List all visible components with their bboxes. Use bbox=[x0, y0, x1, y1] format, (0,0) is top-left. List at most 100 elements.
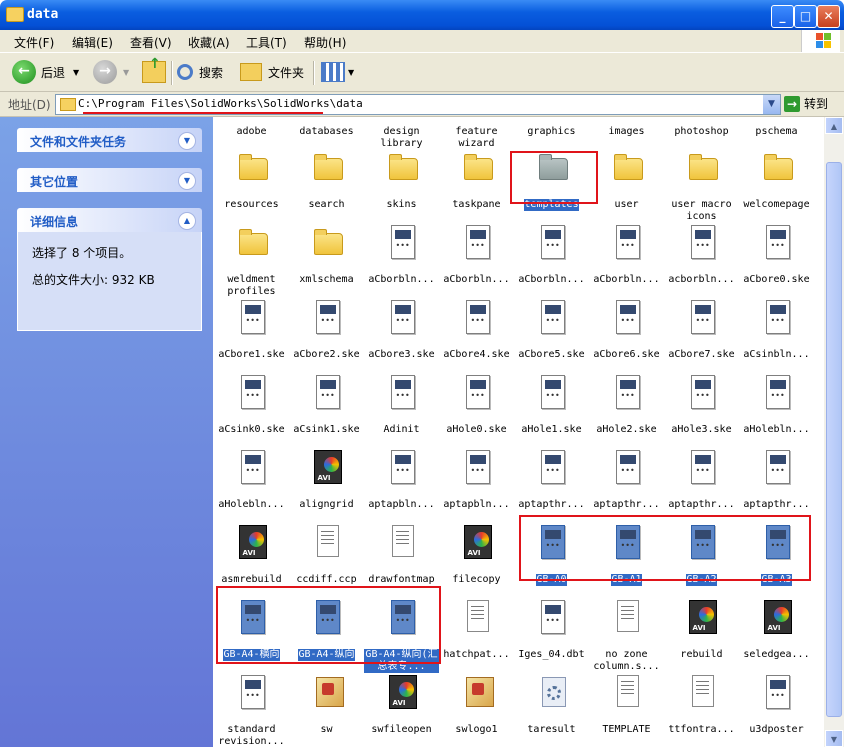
file-item[interactable]: swlogo1 bbox=[439, 675, 514, 736]
file-item[interactable]: aCbore3.ske bbox=[364, 300, 439, 361]
file-item[interactable]: aCsink0.ske bbox=[214, 375, 289, 436]
file-item[interactable]: aCbore6.ske bbox=[589, 300, 664, 361]
menu-help[interactable]: 帮助(H) bbox=[304, 34, 346, 51]
file-item[interactable]: Iges_04.dbt bbox=[514, 600, 589, 661]
file-item[interactable]: xmlschema bbox=[289, 225, 364, 286]
folders-button[interactable]: 文件夹 bbox=[240, 59, 304, 85]
file-item[interactable]: feature wizard bbox=[439, 117, 514, 150]
file-item[interactable]: aligngrid bbox=[289, 450, 364, 511]
file-item[interactable]: aCsink1.ske bbox=[289, 375, 364, 436]
file-item[interactable]: TEMPLATE bbox=[589, 675, 664, 736]
scroll-thumb[interactable] bbox=[826, 162, 842, 717]
search-button[interactable]: 搜索 bbox=[177, 59, 223, 85]
file-item[interactable]: ttfontra... bbox=[664, 675, 739, 736]
back-button[interactable]: ← 后退 ▼ bbox=[12, 59, 79, 85]
file-item[interactable]: aCborbln... bbox=[589, 225, 664, 286]
file-name: aHole2.ske bbox=[596, 424, 657, 435]
file-item[interactable]: user bbox=[589, 150, 664, 211]
go-button[interactable]: → 转到 bbox=[784, 95, 828, 112]
file-item[interactable]: weldment profiles bbox=[214, 225, 289, 298]
file-item[interactable]: u3dposter bbox=[739, 675, 814, 736]
file-item[interactable]: photoshop bbox=[664, 117, 739, 138]
file-item[interactable]: aptapbln... bbox=[439, 450, 514, 511]
file-item[interactable]: standard revision... bbox=[214, 675, 289, 747]
close-button[interactable]: ✕ bbox=[817, 5, 840, 28]
file-item[interactable]: skins bbox=[364, 150, 439, 211]
minimize-button[interactable]: _ bbox=[771, 5, 794, 28]
sketch-file-icon bbox=[385, 450, 419, 484]
file-item[interactable]: databases bbox=[289, 117, 364, 138]
file-item[interactable]: aCbore4.ske bbox=[439, 300, 514, 361]
file-item[interactable]: acborbln... bbox=[664, 225, 739, 286]
panel-details[interactable]: 详细信息 ▲ 选择了 8 个项目。 总的文件大小: 932 KB bbox=[17, 208, 202, 331]
file-item[interactable]: aCbore0.ske bbox=[739, 225, 814, 286]
title-bar[interactable]: data _ □ ✕ bbox=[0, 0, 844, 30]
file-item[interactable]: aptapbln... bbox=[364, 450, 439, 511]
file-item[interactable]: aCsinbln... bbox=[739, 300, 814, 361]
file-item[interactable]: aHole3.ske bbox=[664, 375, 739, 436]
menu-tools[interactable]: 工具(T) bbox=[246, 34, 287, 51]
file-item[interactable]: aCbore5.ske bbox=[514, 300, 589, 361]
file-item[interactable]: welcomepage bbox=[739, 150, 814, 211]
file-item[interactable]: asmrebuild bbox=[214, 525, 289, 586]
forward-button[interactable]: → ▼ bbox=[93, 59, 129, 85]
file-item[interactable]: aCbore7.ske bbox=[664, 300, 739, 361]
file-item[interactable]: swfileopen bbox=[364, 675, 439, 736]
go-label: 转到 bbox=[804, 97, 829, 111]
address-path[interactable]: C:\Program Files\SolidWorks\SolidWorks\d… bbox=[78, 97, 363, 110]
file-item[interactable]: aCborbln... bbox=[439, 225, 514, 286]
chevron-up-icon[interactable]: ▲ bbox=[178, 212, 196, 230]
file-item[interactable]: aHole0.ske bbox=[439, 375, 514, 436]
up-folder-button[interactable]: ↑ bbox=[142, 56, 166, 85]
file-item[interactable]: user macro icons bbox=[664, 150, 739, 223]
scroll-up-button[interactable]: ▲ bbox=[825, 117, 843, 134]
file-item[interactable]: taskpane bbox=[439, 150, 514, 211]
menu-favorites[interactable]: 收藏(A) bbox=[188, 34, 230, 51]
chevron-down-icon[interactable]: ▼ bbox=[763, 95, 780, 114]
views-button[interactable]: ▼ bbox=[321, 59, 354, 85]
file-item[interactable]: aptapthr... bbox=[664, 450, 739, 511]
file-item[interactable]: aCborbln... bbox=[514, 225, 589, 286]
menu-file[interactable]: 文件(F) bbox=[14, 34, 54, 51]
file-item[interactable]: aCbore2.ske bbox=[289, 300, 364, 361]
file-item[interactable]: graphics bbox=[514, 117, 589, 138]
file-item[interactable]: pschema bbox=[739, 117, 814, 138]
file-item[interactable]: aHolebln... bbox=[739, 375, 814, 436]
panel-file-tasks[interactable]: 文件和文件夹任务 ▼ bbox=[17, 128, 202, 152]
file-item[interactable]: aHole1.ske bbox=[514, 375, 589, 436]
panel-other-places[interactable]: 其它位置 ▼ bbox=[17, 168, 202, 192]
file-name: databases bbox=[299, 126, 354, 137]
file-item[interactable]: aptapthr... bbox=[514, 450, 589, 511]
chevron-down-icon[interactable]: ▼ bbox=[178, 132, 196, 150]
file-item[interactable]: images bbox=[589, 117, 664, 138]
file-item[interactable]: drawfontmap bbox=[364, 525, 439, 586]
file-item[interactable]: aptapthr... bbox=[589, 450, 664, 511]
menu-view[interactable]: 查看(V) bbox=[130, 34, 172, 51]
file-item[interactable]: rebuild bbox=[664, 600, 739, 661]
file-item[interactable]: design library bbox=[364, 117, 439, 150]
chevron-down-icon[interactable]: ▼ bbox=[73, 68, 79, 77]
file-item[interactable]: Adinit bbox=[364, 375, 439, 436]
file-item[interactable]: sw bbox=[289, 675, 364, 736]
file-item[interactable]: adobe bbox=[214, 117, 289, 138]
maximize-button[interactable]: □ bbox=[794, 5, 817, 28]
file-item[interactable]: seledgea... bbox=[739, 600, 814, 661]
file-item[interactable]: hatchpat... bbox=[439, 600, 514, 661]
file-item[interactable]: filecopy bbox=[439, 525, 514, 586]
folder-icon bbox=[240, 63, 262, 81]
chevron-down-icon[interactable]: ▼ bbox=[178, 172, 196, 190]
vertical-scrollbar[interactable]: ▲ ▼ bbox=[824, 117, 844, 747]
menu-edit[interactable]: 编辑(E) bbox=[72, 34, 113, 51]
file-item[interactable]: aHolebln... bbox=[214, 450, 289, 511]
file-item[interactable]: aCborbln... bbox=[364, 225, 439, 286]
file-item[interactable]: aCbore1.ske bbox=[214, 300, 289, 361]
scroll-down-button[interactable]: ▼ bbox=[825, 730, 843, 747]
file-item[interactable]: aptapthr... bbox=[739, 450, 814, 511]
file-item[interactable]: taresult bbox=[514, 675, 589, 736]
file-item[interactable]: search bbox=[289, 150, 364, 211]
file-item[interactable]: no zone column.s... bbox=[589, 600, 664, 673]
chevron-down-icon[interactable]: ▼ bbox=[123, 68, 129, 77]
file-item[interactable]: resources bbox=[214, 150, 289, 211]
file-item[interactable]: ccdiff.ccp bbox=[289, 525, 364, 586]
file-item[interactable]: aHole2.ske bbox=[589, 375, 664, 436]
